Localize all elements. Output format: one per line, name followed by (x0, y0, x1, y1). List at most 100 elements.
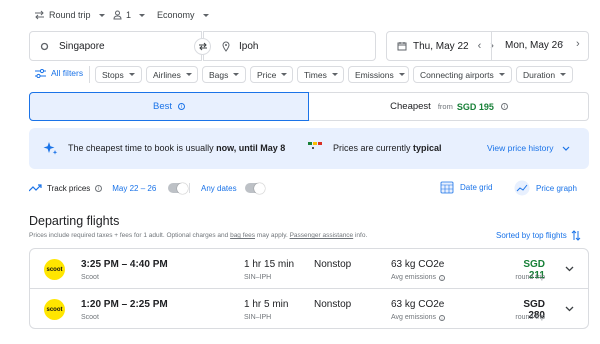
any-dates-toggle[interactable] (244, 182, 265, 194)
passengers-count: 1 (126, 10, 132, 20)
booking-tip-bold: now, until May 8 (216, 143, 286, 153)
chevron-down-icon (560, 73, 567, 76)
expand-chevron-icon[interactable] (565, 266, 574, 272)
info-icon[interactable]: i (95, 184, 103, 192)
price-insights-banner: The cheapest time to book is usually now… (29, 128, 589, 169)
tab-cheapest[interactable]: Cheapest from SGD 195 i (309, 93, 589, 120)
filter-chip-connecting-airports[interactable]: Connecting airports (413, 66, 512, 83)
tab-best[interactable]: Best i (29, 92, 309, 121)
emissions-note: Avg emissions i (391, 314, 446, 321)
chip-label: Bags (209, 69, 229, 80)
sparkle-icon (43, 142, 58, 155)
flight-duration: 1 hr 5 min (244, 299, 289, 310)
depart-prev-icon[interactable]: ‹ (478, 40, 482, 52)
chip-label: Airlines (153, 69, 181, 80)
view-price-history-button[interactable]: View price history (487, 143, 570, 153)
chevron-down-icon (202, 13, 209, 17)
track-prices-control[interactable]: Track prices i May 22 – 26 (29, 182, 189, 194)
chevron-down-icon (398, 73, 405, 76)
tools-divider (189, 183, 190, 193)
price-type: round trip (515, 274, 545, 281)
filter-chip-times[interactable]: Times (297, 66, 344, 83)
origin-value: Singapore (59, 40, 105, 52)
price-graph-icon (514, 180, 530, 196)
swap-icon (198, 42, 207, 51)
origin-circle-icon (40, 42, 49, 50)
dates-field[interactable]: Thu, May 22 ‹ › Mon, May 26 ‹ › (386, 31, 589, 61)
person-icon (113, 10, 122, 20)
filter-chip-price[interactable]: Price (250, 66, 293, 83)
track-dates-toggle[interactable] (168, 182, 189, 194)
filter-divider (89, 66, 90, 83)
date-grid-button[interactable]: Date grid (440, 180, 492, 194)
info-icon[interactable]: i (439, 314, 446, 321)
note-text: info. (353, 232, 368, 239)
booking-tip: The cheapest time to book is usually now… (68, 143, 285, 153)
results-heading: Departing flights (29, 214, 120, 228)
price-graph-label: Price graph (536, 183, 577, 193)
flight-route: SIN–IPH (244, 314, 272, 321)
chevron-down-icon (563, 146, 570, 151)
return-prev-icon[interactable]: ‹ (560, 38, 564, 50)
expand-chevron-icon[interactable] (565, 306, 574, 312)
info-icon[interactable]: i (439, 274, 446, 281)
flight-row[interactable]: scoot 1:20 PM – 2:25 PM Scoot 1 hr 5 min… (29, 288, 589, 329)
cabin-class-label: Economy (157, 10, 195, 20)
trending-icon (29, 184, 42, 192)
destination-field[interactable]: Ipoh (203, 31, 376, 61)
filter-chip-bags[interactable]: Bags (202, 66, 246, 83)
swap-locations-button[interactable] (194, 38, 211, 55)
chevron-down-icon (281, 73, 288, 76)
price-level-indicator-icon (308, 142, 322, 145)
filter-chip-stops[interactable]: Stops (95, 66, 142, 83)
chip-label: Times (304, 69, 327, 80)
bag-fees-link[interactable]: bag fees (230, 232, 255, 239)
note-text: may apply. (255, 232, 290, 239)
price-level-prefix: Prices are currently (333, 143, 414, 153)
flight-times: 3:25 PM – 4:40 PM (81, 259, 168, 270)
info-icon[interactable]: i (178, 103, 185, 110)
chevron-down-icon (129, 73, 135, 76)
all-filters-label: All filters (51, 68, 84, 78)
origin-field[interactable]: Singapore (29, 31, 202, 61)
all-filters-button[interactable]: All filters (35, 68, 83, 78)
note-text: Prices include required taxes + fees for… (29, 232, 231, 239)
passengers-select[interactable]: 1 (113, 10, 146, 20)
airline-logo: scoot (44, 259, 65, 280)
chevron-down-icon (499, 73, 505, 76)
track-prices-dates: May 22 – 26 (112, 183, 157, 193)
date-grid-label: Date grid (460, 182, 493, 192)
flight-stops: Nonstop (314, 299, 352, 310)
filter-chip-airlines[interactable]: Airlines (146, 66, 198, 83)
return-date[interactable]: Mon, May 26 (505, 40, 563, 51)
emissions-note: Avg emissions i (391, 274, 446, 281)
tab-cheapest-from: from (437, 102, 453, 111)
any-dates-control[interactable]: Any dates (201, 182, 265, 194)
any-dates-label: Any dates (201, 183, 237, 193)
trip-type-select[interactable]: Round trip (34, 10, 105, 20)
results-price-note: Prices include required taxes + fees for… (29, 232, 367, 239)
location-pin-icon (222, 41, 230, 52)
chevron-down-icon (98, 13, 105, 17)
filter-chip-duration[interactable]: Duration (516, 66, 573, 83)
flight-row[interactable]: scoot 3:25 PM – 4:40 PM Scoot 1 hr 15 mi… (29, 248, 589, 289)
filter-chip-emissions[interactable]: Emissions (348, 66, 409, 83)
flight-emissions: 63 kg CO2e (391, 259, 445, 270)
info-icon[interactable]: i (500, 103, 508, 110)
chevron-down-icon (139, 13, 146, 17)
tab-cheapest-label: Cheapest (390, 101, 431, 112)
destination-value: Ipoh (239, 40, 259, 52)
cabin-class-select[interactable]: Economy (157, 10, 209, 20)
chevron-down-icon (185, 73, 192, 76)
calendar-icon (397, 42, 407, 51)
passenger-assistance-link[interactable]: Passenger assistance (290, 232, 354, 239)
swap-arrows-icon (35, 10, 44, 20)
flight-stops: Nonstop (314, 259, 352, 270)
price-type: round trip (515, 314, 545, 321)
return-next-icon[interactable]: › (576, 38, 580, 50)
depart-date[interactable]: Thu, May 22 (413, 41, 469, 52)
price-graph-button[interactable]: Price graph (514, 180, 577, 196)
sort-button[interactable]: Sorted by top flights (496, 230, 581, 241)
chip-label: Emissions (355, 69, 394, 80)
flight-emissions: 63 kg CO2e (391, 299, 445, 310)
